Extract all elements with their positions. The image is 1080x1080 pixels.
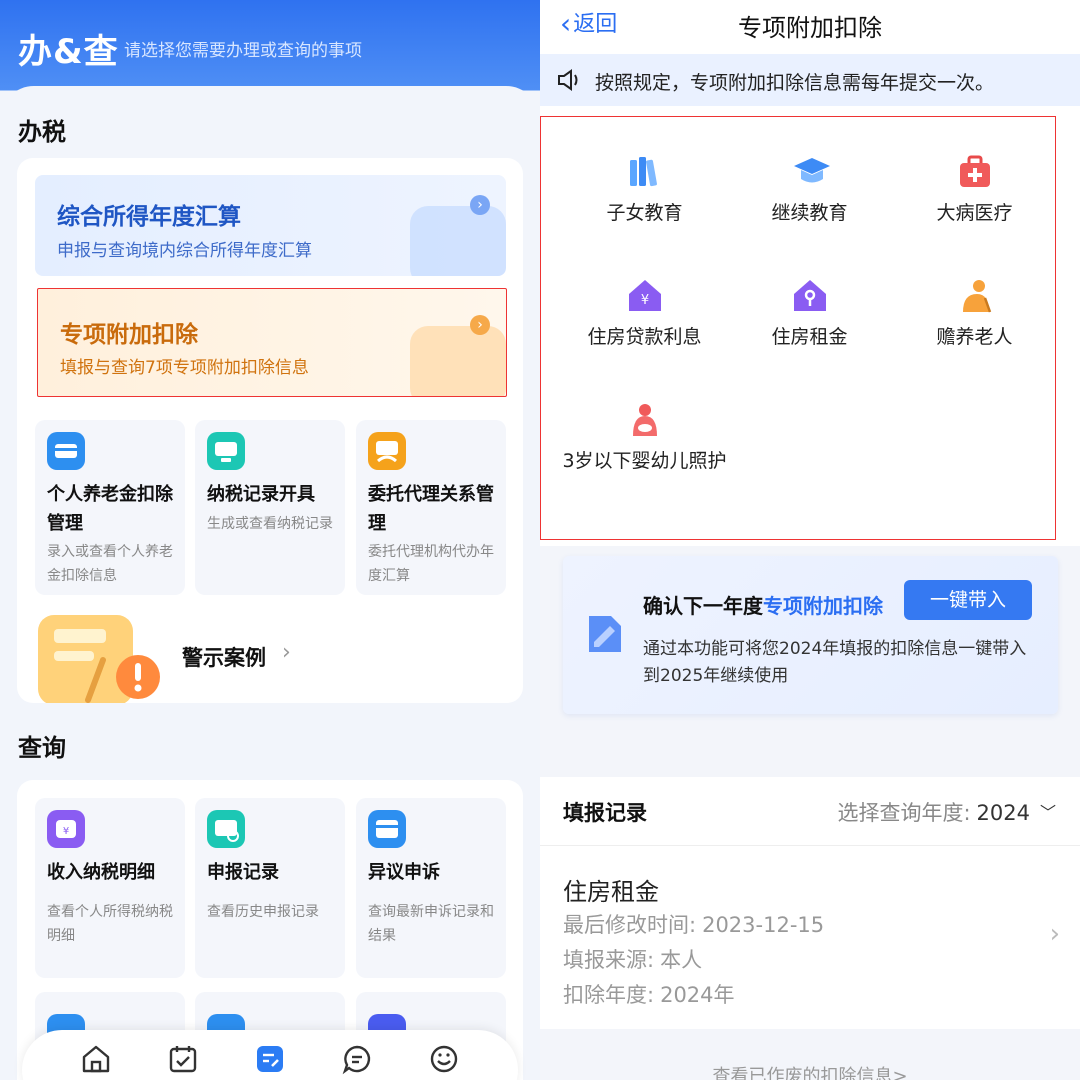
banner-title: 专项附加扣除	[60, 322, 198, 348]
tile-title: 收入纳税明细	[47, 862, 155, 883]
bottom-tab-bar	[22, 1030, 518, 1080]
infant-care-icon	[627, 402, 663, 438]
one-click-import-button[interactable]: 一键带入	[904, 580, 1032, 620]
banner-desc: 申报与查询境内综合所得年度汇算	[57, 241, 312, 261]
year-label: 选择查询年度:	[837, 801, 971, 825]
tile-agent[interactable]: 委托代理关系管理 委托代理机构代办年度汇算	[356, 420, 506, 595]
deduction-grid: 子女教育 继续教育 大病医疗 ¥ 住房贷款利息 住房租金 赡养老人 3岁以下婴幼…	[540, 106, 1080, 546]
page-title: 专项附加扣除	[738, 14, 882, 42]
section-title-query: 查询	[18, 734, 66, 762]
speaker-icon	[556, 68, 582, 96]
item-label: 3岁以下婴幼儿照护	[562, 450, 727, 472]
item-label: 继续教育	[771, 202, 848, 224]
agent-icon	[368, 432, 406, 470]
chevron-down-icon: ﹀	[1039, 803, 1056, 822]
item-label: 住房贷款利息	[587, 326, 702, 348]
tile-title: 委托代理关系管理	[368, 484, 494, 534]
item-housing-loan-interest[interactable]: ¥ 住房贷款利息	[562, 278, 727, 353]
year-selector[interactable]: 选择查询年度: 2024 ﹀	[837, 797, 1056, 827]
calendar-check-icon[interactable]	[167, 1043, 199, 1075]
banner-annual-settlement[interactable]: 综合所得年度汇算 申报与查询境内综合所得年度汇算 ›	[35, 175, 506, 276]
item-label: 大病医疗	[936, 202, 1013, 224]
chevron-right-icon: ›	[282, 640, 291, 665]
confirm-title: 确认下一年度专项附加扣除	[643, 594, 883, 618]
item-label: 赡养老人	[936, 326, 1013, 348]
graduation-cap-icon	[792, 154, 830, 190]
app-logo: 办&查	[18, 32, 119, 72]
calculator-icon	[410, 206, 506, 276]
books-icon	[627, 154, 663, 190]
warning-cases-link[interactable]: 警示案例	[182, 642, 266, 672]
tile-appeal[interactable]: 异议申诉 查询最新申诉记录和结果	[356, 798, 506, 978]
banner-desc: 填报与查询7项专项附加扣除信息	[60, 358, 309, 378]
home-icon[interactable]	[80, 1043, 112, 1075]
item-housing-rent[interactable]: 住房租金	[727, 278, 892, 353]
elderly-icon	[957, 278, 993, 314]
chevron-right-icon: ›	[470, 195, 490, 215]
tile-title: 个人养老金扣除管理	[47, 484, 173, 534]
confirm-card: 确认下一年度专项附加扣除 一键带入 通过本功能可将您2024年填报的扣除信息一键…	[563, 556, 1058, 714]
income-icon: ¥	[47, 810, 85, 848]
tile-desc: 录入或查看个人养老金扣除信息	[47, 544, 173, 584]
record-source: 填报来源: 本人	[563, 948, 703, 972]
header-subtitle: 请选择您需要办理或查询的事项	[124, 41, 362, 61]
nav-bar: ‹返回 专项附加扣除	[540, 0, 1080, 54]
tax-record-icon	[207, 432, 245, 470]
voided-records-link[interactable]: 查看已作废的扣除信息>	[540, 1062, 1080, 1080]
tile-desc: 查看历史申报记录	[207, 904, 319, 920]
message-icon[interactable]	[341, 1043, 373, 1075]
svg-text:¥: ¥	[63, 826, 69, 837]
tile-tax-record[interactable]: 纳税记录开具 生成或查看纳税记录	[195, 420, 345, 595]
medical-kit-icon	[957, 154, 993, 190]
item-serious-illness[interactable]: 大病医疗	[892, 154, 1057, 229]
house-rent-icon	[792, 278, 828, 314]
left-header: 办&查 请选择您需要办理或查询的事项	[0, 0, 540, 100]
tile-desc: 委托代理机构代办年度汇算	[368, 544, 494, 584]
pen-document-icon	[585, 612, 625, 660]
tile-desc: 生成或查看纳税记录	[207, 516, 333, 532]
record-modified: 最后修改时间: 2023-12-15	[563, 913, 825, 937]
right-screen: ‹返回 专项附加扣除 按照规定，专项附加扣除信息需每年提交一次。 子女教育 继续…	[540, 0, 1080, 1080]
section-title-tax: 办税	[18, 118, 66, 146]
year-value: 2024	[976, 801, 1030, 825]
record-deduct-year: 扣除年度: 2024年	[563, 983, 735, 1007]
banner-special-deduction[interactable]: 专项附加扣除 填报与查询7项专项附加扣除信息 ›	[37, 288, 507, 397]
declaration-icon	[207, 810, 245, 848]
smile-icon[interactable]	[428, 1043, 460, 1075]
records-section: 填报记录 选择查询年度: 2024 ﹀ 住房租金 最后修改时间: 2023-12-15…	[540, 777, 1080, 1029]
item-infant-care[interactable]: 3岁以下婴幼儿照护	[562, 402, 727, 477]
tile-title: 异议申诉	[368, 862, 440, 883]
notice-bar: 按照规定，专项附加扣除信息需每年提交一次。	[540, 54, 1080, 106]
tile-pension[interactable]: 个人养老金扣除管理 录入或查看个人养老金扣除信息	[35, 420, 185, 595]
tile-declaration-record[interactable]: 申报记录 查看历史申报记录	[195, 798, 345, 978]
item-label: 子女教育	[606, 202, 683, 224]
tile-title: 申报记录	[207, 862, 279, 883]
item-continuing-education[interactable]: 继续教育	[727, 154, 892, 229]
house-loan-icon: ¥	[627, 278, 663, 314]
item-elderly-support[interactable]: 赡养老人	[892, 278, 1057, 353]
notice-text: 按照规定，专项附加扣除信息需每年提交一次。	[595, 72, 995, 94]
tile-title: 纳税记录开具	[207, 484, 315, 505]
item-children-education[interactable]: 子女教育	[562, 154, 727, 229]
record-name: 住房租金	[563, 878, 659, 906]
task-icon[interactable]	[254, 1043, 286, 1075]
warning-illustration	[18, 605, 173, 705]
chevron-right-icon: ›	[470, 315, 490, 335]
chevron-right-icon: ›	[1049, 919, 1060, 949]
form-pen-icon	[410, 326, 506, 396]
tile-desc: 查看个人所得税纳税明细	[47, 904, 173, 944]
divider	[540, 845, 1080, 846]
item-label: 住房租金	[771, 326, 848, 348]
confirm-desc: 通过本功能可将您2024年填报的扣除信息一键带入到2025年继续使用	[643, 639, 1027, 686]
tile-desc: 查询最新申诉记录和结果	[368, 904, 494, 944]
appeal-icon	[368, 810, 406, 848]
tile-income-detail[interactable]: ¥ 收入纳税明细 查看个人所得税纳税明细	[35, 798, 185, 978]
svg-text:¥: ¥	[640, 293, 648, 308]
left-screen: 办&查 请选择您需要办理或查询的事项 办税 综合所得年度汇算 申报与查询境内综合…	[0, 0, 540, 1080]
banner-title: 综合所得年度汇算	[57, 204, 241, 230]
records-heading: 填报记录	[563, 801, 647, 825]
pension-icon	[47, 432, 85, 470]
